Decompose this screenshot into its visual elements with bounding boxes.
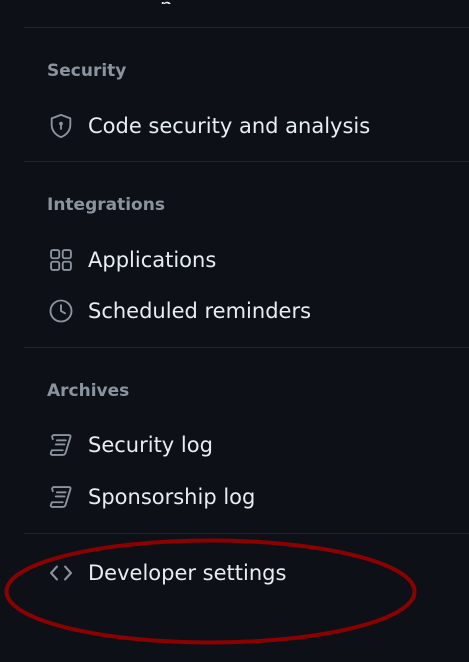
sidebar-item-applications[interactable]: Applications (46, 240, 216, 280)
sidebar-item-label: Scheduled reminders (88, 299, 312, 323)
section-title-security: Security (47, 61, 127, 81)
sidebar-item-label: Developer settings (88, 561, 287, 585)
sidebar-item-developer-settings[interactable]: Developer settings (46, 553, 286, 593)
sidebar-item-label: Applications (88, 248, 217, 272)
sidebar-item-code-security[interactable]: Code security and analysis (46, 106, 370, 146)
shield-lock-icon (46, 111, 76, 141)
clock-icon (46, 296, 76, 326)
apps-grid-icon (46, 245, 76, 275)
sidebar-item-scheduled-reminders[interactable]: Scheduled reminders (46, 291, 311, 331)
divider (24, 27, 469, 28)
divider (24, 347, 469, 348)
sidebar-item-security-log[interactable]: Security log (46, 425, 213, 465)
divider (24, 161, 469, 162)
log-icon (46, 430, 76, 460)
section-title-archives: Archives (47, 381, 130, 401)
sidebar-item-label: Security log (88, 433, 213, 457)
divider (24, 533, 469, 534)
sidebar-item-label: Code security and analysis (88, 114, 371, 138)
clipped-previous-item: p (160, 0, 176, 4)
sidebar-item-sponsorship-log[interactable]: Sponsorship log (46, 477, 255, 517)
log-icon (46, 482, 76, 512)
settings-sidebar: p Security Code security and analysis In… (0, 0, 469, 662)
section-title-integrations: Integrations (47, 195, 165, 215)
code-icon (46, 558, 76, 588)
sidebar-item-label: Sponsorship log (88, 485, 256, 509)
